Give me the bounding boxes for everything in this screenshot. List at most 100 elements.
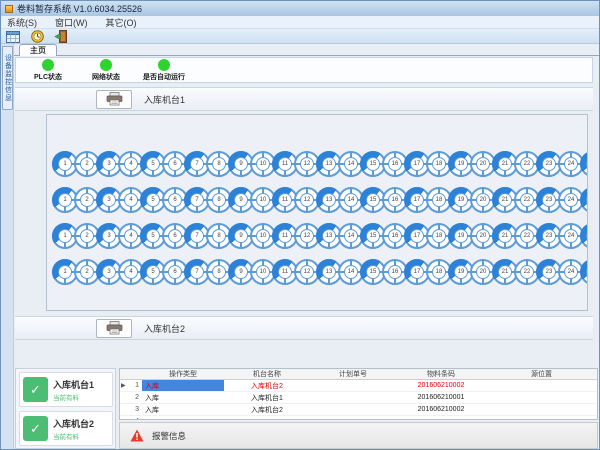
table-row[interactable]: ▶1入库入库机台2201606210002 — [120, 380, 597, 392]
reel-number: 20 — [476, 157, 490, 171]
reel-number: 12 — [300, 193, 314, 207]
reel-slot: 21 — [492, 223, 518, 249]
status-label: 网络状态 — [92, 72, 120, 82]
reel-slot: 7 — [184, 223, 210, 249]
reel-number: 17 — [410, 193, 424, 207]
menu-item[interactable]: 其它(O) — [106, 16, 137, 29]
window-title: 卷料暂存系统 V1.0.6034.25526 — [17, 2, 142, 15]
reel-number: 24 — [564, 229, 578, 243]
row-marker: * — [120, 419, 128, 421]
reel-number: 24 — [564, 157, 578, 171]
column-header: 源位置 — [486, 369, 597, 379]
card-texts: 入库机台1当前有料 — [53, 378, 94, 402]
alarm-bar: 报警信息 — [119, 422, 598, 449]
reel-slot: 23 — [536, 187, 562, 213]
reel-slot: 3 — [96, 151, 122, 177]
reel-slot: 1 — [52, 259, 78, 285]
reel-number: 18 — [432, 193, 446, 207]
reel-number: 11 — [278, 229, 292, 243]
table-row[interactable]: *4 — [120, 416, 597, 420]
reel-grid-panel: 1234567891011121314151617181920212223242… — [46, 114, 588, 311]
reel-number: 13 — [322, 229, 336, 243]
reel-number: 8 — [212, 229, 226, 243]
reel-slot: 1 — [52, 223, 78, 249]
cell-machine-name[interactable]: 入库机台2 — [224, 381, 310, 391]
reel-number: 2 — [80, 229, 94, 243]
status-label: 是否自动运行 — [143, 72, 185, 82]
cell-machine-name[interactable]: 入库机台1 — [224, 393, 310, 403]
reel-row: 1234567891011121314151617181920212223242… — [52, 151, 587, 177]
reel-slot: 3 — [96, 259, 122, 285]
reel-slot: 5 — [140, 187, 166, 213]
reel-number: 6 — [168, 157, 182, 171]
cell-material-barcode[interactable]: 201606210001 — [396, 394, 486, 401]
tab-home[interactable]: 主页 — [19, 44, 57, 56]
reel-number: 14 — [344, 265, 358, 279]
reel-slot: 17 — [404, 187, 430, 213]
cell-material-barcode[interactable]: 201606210002 — [396, 382, 486, 389]
machine-status-card[interactable]: ✓入库机台2当前有料 — [19, 411, 113, 446]
reel-slot: 11 — [272, 187, 298, 213]
reel-number: 5 — [146, 193, 160, 207]
calendar-icon[interactable] — [5, 30, 21, 43]
reel-slot: 9 — [228, 151, 254, 177]
reel-slot: 21 — [492, 259, 518, 285]
reel-number: 18 — [432, 157, 446, 171]
cell-operation-type[interactable]: 入库 — [142, 393, 224, 403]
reel-slot: 9 — [228, 259, 254, 285]
reel-number: 19 — [454, 229, 468, 243]
side-tab-monitor[interactable]: 设备监控信息 — [2, 46, 13, 110]
reel-number: 4 — [124, 157, 138, 171]
clock-icon[interactable] — [29, 30, 45, 43]
column-header: 操作类型 — [142, 369, 224, 379]
machine-status-card[interactable]: ✓入库机台1当前有料 — [19, 372, 113, 407]
status-indicator: 网络状态 — [82, 59, 130, 82]
reel-slot: 13 — [316, 259, 342, 285]
reel-slot: 13 — [316, 223, 342, 249]
reel-number: 23 — [542, 229, 556, 243]
reel-row: 1234567891011121314151617181920212223242… — [52, 223, 587, 249]
cell-operation-type[interactable]: 入库 — [142, 380, 224, 391]
menu-item[interactable]: 窗口(W) — [55, 16, 88, 29]
row-marker: ▶ — [120, 382, 128, 389]
cell-material-barcode[interactable]: 201606210002 — [396, 406, 486, 413]
reel-slot: 15 — [360, 187, 386, 213]
reel-number: 17 — [410, 229, 424, 243]
reel-number: 1 — [58, 229, 72, 243]
printer-icon — [106, 321, 123, 335]
reel-slot: 3 — [96, 223, 122, 249]
title-bar[interactable]: 卷料暂存系统 V1.0.6034.25526 — [1, 1, 599, 16]
reel-number: 23 — [542, 157, 556, 171]
reel-slot: 13 — [316, 187, 342, 213]
reel-number: 11 — [278, 157, 292, 171]
reel-slot: 19 — [448, 259, 474, 285]
machine-cards-panel: ✓入库机台1当前有料 ✓入库机台2当前有料 — [15, 368, 116, 449]
reel-number: 14 — [344, 193, 358, 207]
reel-number: 18 — [432, 265, 446, 279]
reel-slot: 7 — [184, 151, 210, 177]
reel-number: 6 — [168, 193, 182, 207]
table-row[interactable]: 3入库入库机台2201606210002 — [120, 404, 597, 416]
reel-number: 23 — [542, 193, 556, 207]
table-row[interactable]: 2入库入库机台1 201606210001 — [120, 392, 597, 404]
table-header-row: 操作类型机台名称计划单号物料条码源位置 — [120, 369, 597, 380]
reel-number: 17 — [410, 265, 424, 279]
reel-number: 9 — [234, 229, 248, 243]
machine2-print-button[interactable] — [96, 319, 132, 338]
machine1-print-button[interactable] — [96, 90, 132, 109]
reel-number: 16 — [388, 193, 402, 207]
column-header: 计划单号 — [310, 369, 396, 379]
reel-slot: 21 — [492, 151, 518, 177]
toolbar — [1, 29, 599, 44]
menu-item[interactable]: 系统(S) — [7, 16, 37, 29]
cell-machine-name[interactable]: 入库机台2 — [224, 405, 310, 415]
reel-slot: 5 — [140, 223, 166, 249]
reel-number: 18 — [432, 229, 446, 243]
reel-number: 24 — [564, 193, 578, 207]
row-number: 2 — [128, 394, 142, 401]
reel-slot: 23 — [536, 223, 562, 249]
reel-number: 9 — [234, 193, 248, 207]
exit-door-icon[interactable] — [53, 30, 69, 43]
reel-number: 1 — [58, 157, 72, 171]
cell-operation-type[interactable]: 入库 — [142, 405, 224, 415]
